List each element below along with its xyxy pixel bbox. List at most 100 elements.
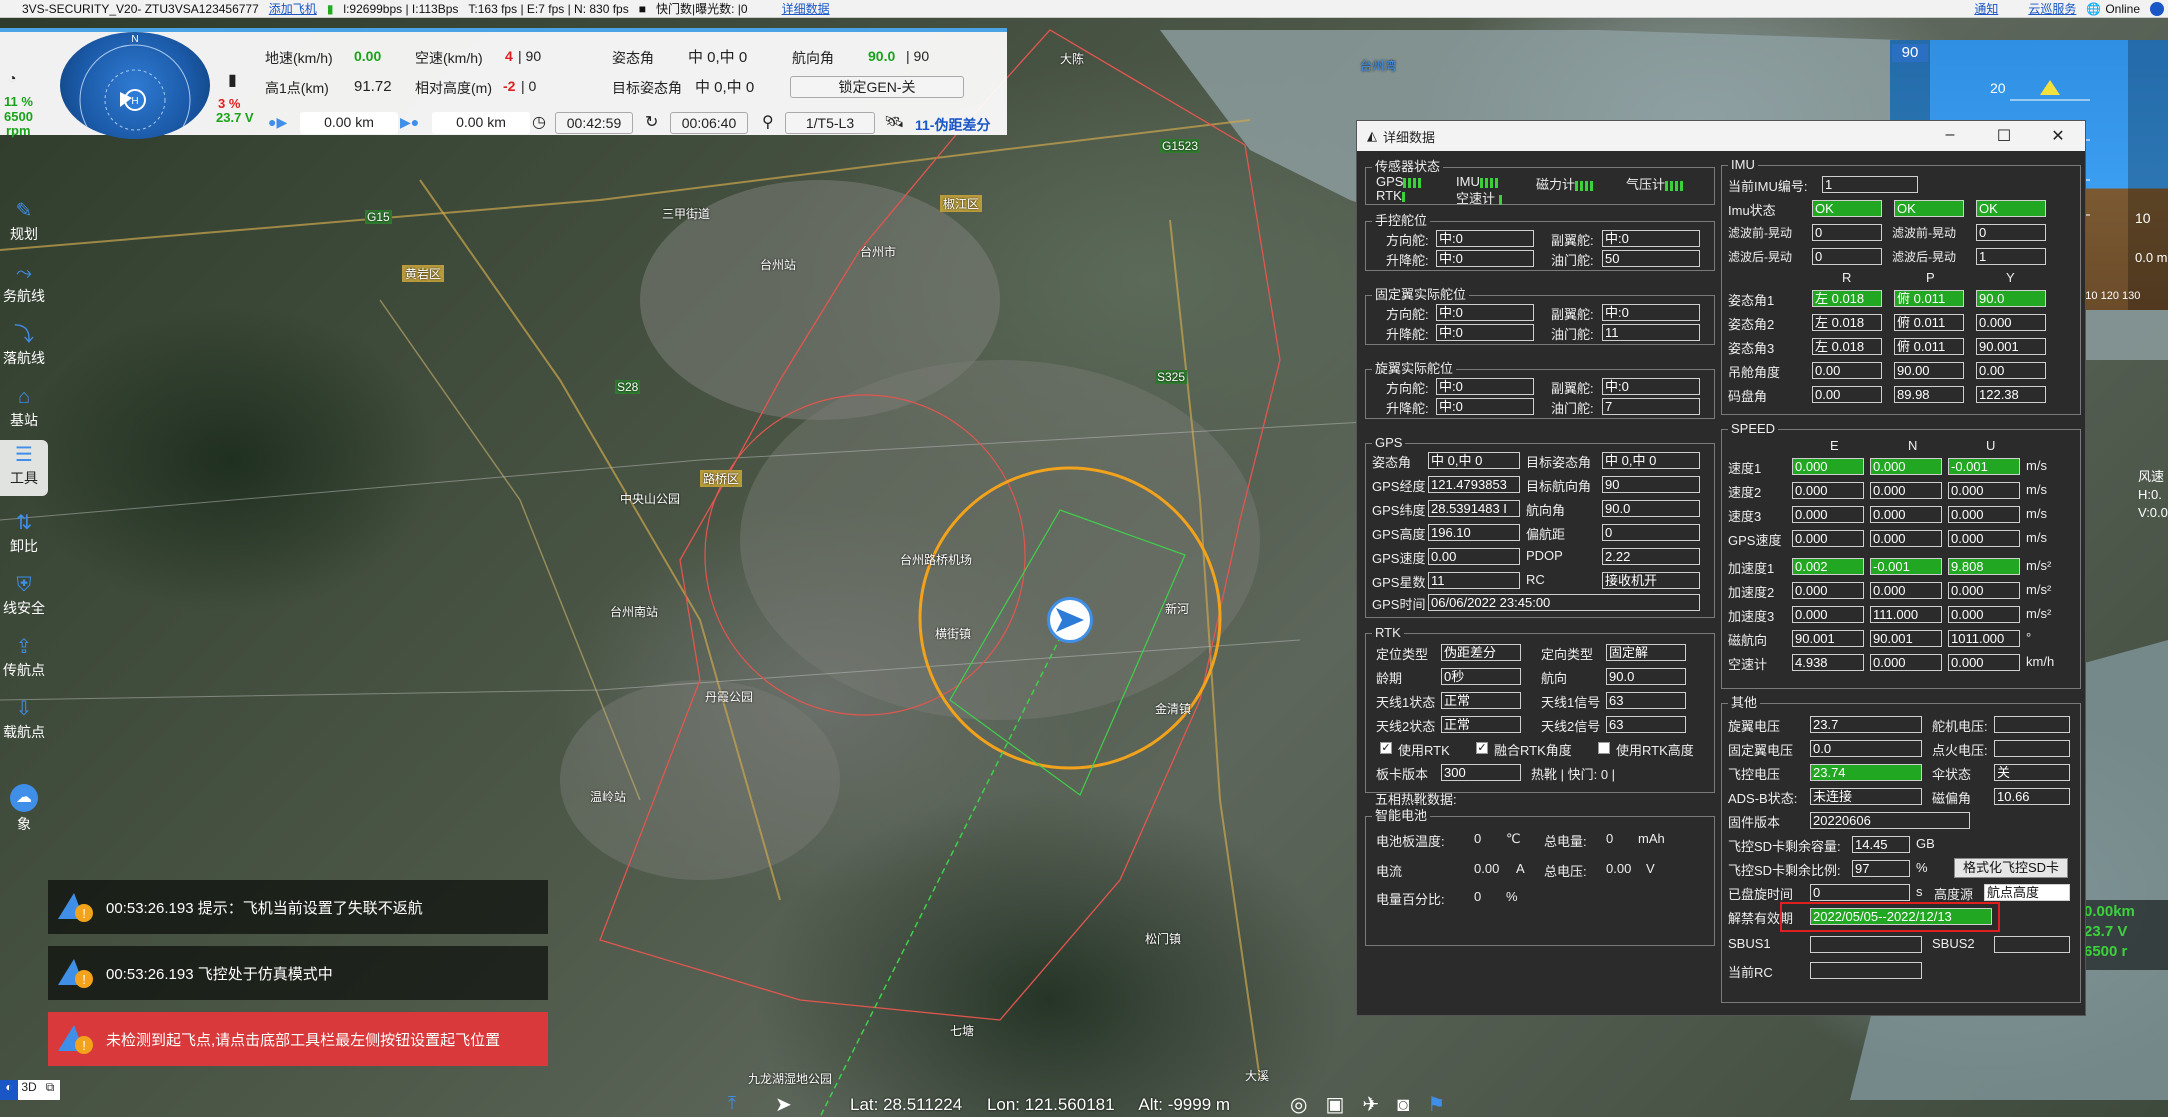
copy-icon[interactable]: ⧉ — [40, 1080, 60, 1100]
field-value: 0.000 — [1976, 314, 2046, 331]
tools-icon: ☰ — [15, 444, 33, 466]
field-label: Imu状态 — [1728, 203, 1776, 218]
detail-data-link[interactable]: 详细数据 — [782, 0, 830, 17]
waypoint-indicator[interactable]: 1/T5-L3 — [785, 112, 875, 134]
tool-land-route[interactable]: ⤵ 落航线 — [0, 320, 48, 376]
field-value: 中:0 — [1436, 230, 1534, 247]
altitude-source-select[interactable]: 航点高度 — [1984, 884, 2070, 901]
city-area — [560, 680, 840, 880]
fuse-rtk-checkbox[interactable]: ✓ — [1476, 742, 1488, 754]
field-value: 伪距差分 — [1441, 644, 1521, 661]
maximize-icon[interactable]: ☐ — [1977, 126, 2031, 146]
flight-hud-panel: ◔ 11 % 6500 rpm H N ▮ 3 % 23.7 V 地速(km/h… — [0, 28, 1007, 139]
alert-item-error[interactable]: ! 未检测到起飞点,请点击底部工具栏最左侧按钮设置起飞位置 — [48, 1012, 548, 1066]
air-speed-value: 4 — [505, 48, 513, 64]
alert-item[interactable]: ! 00:53:26.193 提示：飞机当前设置了失联不返航 — [48, 880, 548, 934]
field-value: 0.00 — [1812, 362, 1882, 379]
online-toggle[interactable] — [2150, 1, 2164, 16]
aircraft-marker[interactable] — [1047, 597, 1093, 643]
field-label: 方向舵: — [1386, 307, 1429, 322]
field-value: 0.000 — [1870, 482, 1942, 499]
voltage-value: 23.7 V — [216, 110, 254, 125]
lock-gen-button[interactable]: 锁定GEN-关 — [790, 76, 964, 98]
window-titlebar[interactable]: ◭ 详细数据 – ☐ ✕ — [1357, 121, 2085, 151]
compass-icon: H N — [79, 34, 191, 139]
flight-time: 00:42:59 — [555, 112, 633, 134]
field-label: 油门舵: — [1551, 253, 1594, 268]
field-label: 码盘角 — [1728, 389, 1768, 404]
map-mode-button[interactable]: ◐ — [0, 1080, 18, 1100]
notify-link[interactable]: 通知 — [1974, 0, 1998, 17]
bottom-toolbar: ◎▣✈◙⚑ — [1290, 1092, 1463, 1117]
tool-mission-route[interactable]: ⤳ 务航线 — [0, 258, 48, 314]
group-title: 其他 — [1728, 696, 1761, 710]
tool-compare[interactable]: ⇅ 卸比 — [0, 508, 48, 564]
field-value: 0.000 — [1948, 654, 2020, 671]
field-value: 4.938 — [1792, 654, 1864, 671]
alt-value: -9999 — [1167, 1095, 1212, 1114]
unit: ° — [2026, 630, 2032, 645]
cloud-service-link[interactable]: 云巡服务 — [2028, 0, 2076, 17]
tool-upload-waypoint[interactable]: ⇪ 传航点 — [0, 632, 48, 688]
field-value: 90.00 — [1894, 362, 1964, 379]
camera-icon: ■ — [638, 1, 646, 16]
unit: mAh — [1638, 831, 1665, 846]
field-value: 0 — [1812, 224, 1882, 241]
format-sd-button[interactable]: 格式化飞控SD卡 — [1954, 858, 2068, 878]
gps-icon[interactable]: ◎ — [1290, 1094, 1325, 1116]
plane-icon[interactable]: ✈ — [1362, 1094, 1397, 1116]
fixed-voltage: 0.0 — [1810, 740, 1922, 757]
map-label: 三甲街道 — [662, 207, 711, 221]
coordinate-readout: Lat: 28.511224 Lon: 121.560181 Alt: -999… — [850, 1095, 1230, 1115]
3d-mode-button[interactable]: 3D — [18, 1080, 40, 1100]
firmware-version: 20220606 — [1810, 812, 1970, 829]
field-value: 中 0,中 0 — [1602, 452, 1700, 469]
close-icon[interactable]: ✕ — [2031, 126, 2085, 146]
field-label: 点火电压: — [1932, 743, 1988, 758]
minimize-icon[interactable]: – — [1923, 126, 1977, 146]
city-area — [740, 360, 1260, 720]
tool-base[interactable]: ⌂ 基站 — [0, 382, 48, 438]
speed-tape-value: 90 — [1892, 44, 1928, 62]
unit: A — [1516, 861, 1525, 876]
flag-icon[interactable]: ⚑ — [1427, 1094, 1463, 1116]
field-value: 中:0 — [1436, 304, 1534, 321]
use-rtk-alt-label: 使用RTK高度 — [1616, 743, 1694, 758]
tool-safety[interactable]: ⛨ 线安全 — [0, 570, 48, 626]
sd-capacity: 14.45 — [1852, 836, 1910, 853]
field-value: 9.808 — [1948, 558, 2020, 575]
signal-bars-icon — [1665, 180, 1684, 191]
alert-text: 00:53:26.193 提示：飞机当前设置了失联不返航 — [106, 899, 423, 917]
gps-time-value: 06/06/2022 23:45:00 — [1428, 594, 1700, 611]
right-strip-voltage: 23.7 V — [2084, 923, 2128, 940]
field-value: 11 — [1428, 572, 1520, 589]
tool-label: 象 — [17, 816, 31, 832]
use-rtk-checkbox[interactable]: ✓ — [1380, 742, 1392, 754]
tool-tools[interactable]: ☰ 工具 — [0, 440, 48, 496]
map-label: 台州湾 — [1360, 59, 1397, 73]
tool-weather[interactable]: ☁ 象 — [0, 780, 48, 836]
field-label: 副翼舵: — [1551, 307, 1594, 322]
navigate-icon[interactable]: ➤ — [775, 1092, 792, 1117]
field-label: 伞状态 — [1932, 767, 1972, 782]
fc-voltage: 23.74 — [1810, 764, 1922, 781]
field-value: 中:0 — [1436, 250, 1534, 267]
tool-plan[interactable]: ✎ 规划 — [0, 196, 48, 252]
map-label: 台州站 — [760, 258, 797, 272]
heading-value: 90.0 — [868, 48, 896, 64]
case-icon[interactable]: ▣ — [1325, 1094, 1362, 1116]
use-rtk-alt-checkbox[interactable] — [1598, 742, 1610, 754]
takeoff-point-button[interactable]: ⤒ — [728, 1093, 736, 1114]
camera-icon[interactable]: ◙ — [1397, 1094, 1427, 1116]
tool-download-waypoint[interactable]: ⇩ 载航点 — [0, 694, 48, 750]
rpm-value: 6500 — [4, 109, 33, 124]
signal-bars-icon — [1575, 180, 1594, 191]
alert-text: 00:53:26.193 飞控处于仿真模式中 — [106, 965, 333, 983]
imu-number: 1 — [1822, 176, 1918, 193]
battery-percent: 11 % — [4, 94, 33, 109]
map-label: 路桥区 — [700, 470, 743, 487]
add-aircraft-link[interactable]: 添加飞机 — [269, 0, 317, 17]
sd-percent: 97 — [1852, 860, 1910, 877]
alert-item[interactable]: ! 00:53:26.193 飞控处于仿真模式中 — [48, 946, 548, 1000]
field-value: 0.000 — [1870, 654, 1942, 671]
